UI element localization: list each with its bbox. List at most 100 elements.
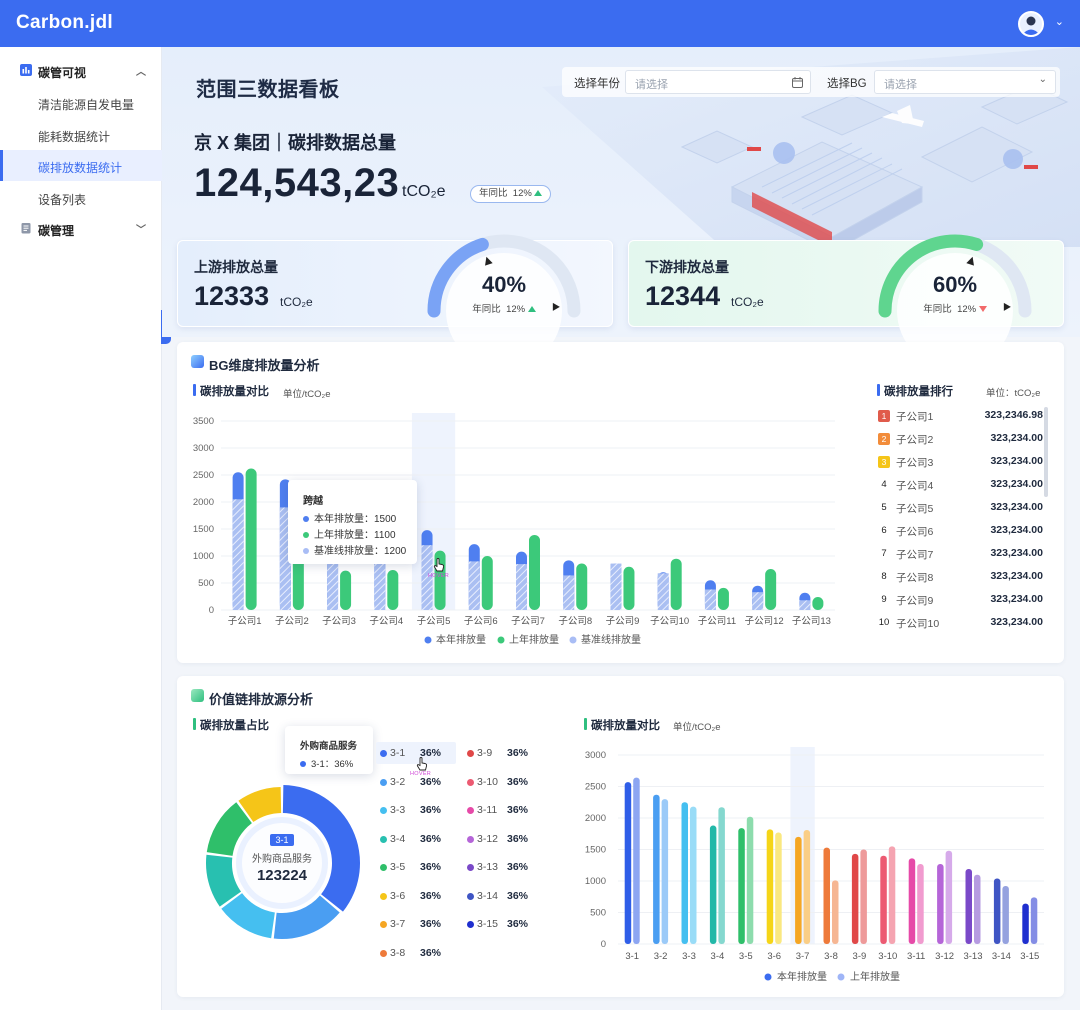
source-legend-item[interactable]: 3-15 36%	[463, 913, 543, 935]
source-name: 3-10	[477, 775, 499, 788]
sub-title: 碳排放量排行	[877, 383, 953, 399]
ranking-row[interactable]: 1 子公司1 323,2346.98	[878, 407, 1043, 427]
x-tick-label: 3-3	[682, 951, 696, 962]
bar-current-year	[1022, 903, 1029, 944]
bar-baseline	[610, 563, 622, 610]
source-legend-item[interactable]: 3-4 36%	[376, 828, 456, 850]
x-tick-label: 3-14	[992, 951, 1011, 962]
source-legend-item[interactable]: 3-10 36%	[463, 771, 543, 793]
source-percent: 36%	[507, 747, 529, 759]
sidebar-item-emission-stats[interactable]: 碳排放数据统计	[0, 150, 162, 181]
source-legend-item[interactable]: 3-3 36%	[376, 799, 456, 821]
x-tick-label: 3-8	[824, 951, 838, 962]
ranking-row[interactable]: 5 子公司5 323,234.00	[878, 499, 1043, 519]
bar-last-year	[690, 806, 697, 944]
bar-current-year	[681, 802, 688, 944]
x-tick-label: 子公司3	[322, 616, 356, 627]
bar-last-year	[945, 850, 953, 944]
ranking-row[interactable]: 7 子公司7 323,234.00	[878, 545, 1043, 565]
tooltip-title: 跨越	[303, 496, 323, 507]
ranking-row[interactable]: 3 子公司3 323,234.00	[878, 453, 1043, 473]
sub-title: 碳排放量对比	[584, 717, 660, 733]
x-tick-label: 子公司11	[698, 616, 736, 627]
bar-last-year	[529, 534, 540, 610]
user-avatar[interactable]	[1018, 11, 1044, 37]
nav-group-carbon-visual[interactable]: 碳管可视 ︿	[0, 59, 162, 83]
x-tick-label: 子公司6	[464, 616, 498, 627]
year-select-input[interactable]: 请选择	[625, 70, 811, 94]
chevron-down-icon[interactable]: ⌄	[1055, 15, 1064, 28]
legend-marker	[424, 636, 432, 644]
source-legend-item[interactable]: 3-11 36%	[463, 799, 543, 821]
source-legend-item[interactable]: 3-8 36%	[376, 942, 456, 964]
source-legend-item[interactable]: 3-12 36%	[463, 828, 543, 850]
legend-dot	[467, 807, 474, 814]
source-name: 3-8	[390, 946, 406, 959]
bar-current-year	[766, 829, 774, 944]
source-legend-item[interactable]: 3-7 36%	[376, 913, 456, 935]
source-legend-item[interactable]: 3-13 36%	[463, 856, 543, 878]
bar-last-year	[803, 829, 811, 944]
rank-badge: 5	[881, 502, 887, 513]
bg-bar-chart: 0 500 1000 1500 2000 2500 3000 3500 子公司1 子公司2 子公司3…	[193, 413, 835, 646]
sidebar-item-clean-energy[interactable]: 清洁能源自发电量	[0, 87, 162, 118]
source-legend-item[interactable]: 3-14 36%	[463, 885, 543, 907]
source-percent: 36%	[507, 861, 529, 873]
source-percent: 36%	[420, 804, 442, 816]
rank-value: 323,234.00	[990, 432, 1043, 444]
legend-dot	[380, 892, 387, 900]
group-title: 京 X 集团｜碳排数据总量	[194, 133, 397, 153]
rank-name: 子公司8	[896, 572, 934, 584]
ranking-row[interactable]: 9 子公司9 323,234.00	[878, 591, 1043, 611]
rank-badge: 10	[878, 617, 890, 628]
app-logo[interactable]: Carbon.jdl	[16, 12, 113, 34]
ranking-row[interactable]: 8 子公司8 323,234.00	[878, 568, 1043, 588]
trend-up-icon	[527, 306, 536, 313]
source-legend-item[interactable]: 3-5 36%	[376, 856, 456, 878]
source-percent: 36%	[507, 889, 529, 902]
legend-dot	[467, 778, 474, 786]
bar-last-year	[765, 568, 777, 610]
legend-dot	[467, 835, 474, 843]
x-tick-label: 子公司2	[275, 616, 309, 627]
ranking-row[interactable]: 6 子公司6 323,234.00	[878, 522, 1043, 542]
rank-value: 323,234.00	[990, 593, 1043, 605]
x-tick-label: 子公司7	[511, 616, 545, 627]
rank-badge: 4	[881, 479, 887, 490]
bar-last-year	[775, 832, 782, 944]
ranking-row[interactable]: 2 子公司2 323,234.00	[878, 430, 1043, 450]
sidebar: 碳管可视 ︿ 清洁能源自发电量 能耗数据统计 碳排放数据统计 设备列表 碳管理 …	[0, 47, 162, 1010]
trend-down-icon	[978, 306, 987, 313]
nav-group-carbon-management[interactable]: 碳管理 ﹀	[0, 217, 162, 241]
x-tick-label: 3-4	[711, 951, 725, 962]
rank-name: 子公司2	[896, 434, 934, 446]
year-placeholder: 请选择	[635, 79, 668, 91]
legend-label: 本年排放量	[436, 633, 486, 646]
nav-group-label: 碳管可视	[38, 66, 87, 80]
legend-dot	[380, 778, 387, 786]
sidebar-item-device-list[interactable]: 设备列表	[0, 182, 162, 213]
x-tick-label: 3-2	[654, 951, 668, 962]
nav-group-label: 碳管理	[38, 224, 75, 238]
ranking-row[interactable]: 10 子公司10 323,234.00	[878, 614, 1043, 634]
rank-name: 子公司5	[896, 503, 934, 515]
bg-select-input[interactable]: 请选择 ⌄	[874, 70, 1056, 94]
y-tick-label: 2500	[193, 470, 214, 481]
bar-last-year	[245, 468, 257, 610]
bar-last-year	[661, 799, 669, 944]
legend-dot	[380, 835, 387, 843]
unit-label: 单位/tCO₂e	[673, 722, 721, 733]
ranking-row[interactable]: 4 子公司4 323,234.00	[878, 476, 1043, 496]
x-tick-label: 3-6	[767, 951, 781, 962]
sidebar-item-energy-stats[interactable]: 能耗数据统计	[0, 119, 162, 150]
hover-column-highlight	[411, 413, 456, 610]
legend-label: 上年排放量	[509, 633, 559, 646]
rank-badge: 3	[878, 456, 890, 468]
upstream-kpi-card: 上游排放总量 12333 tCO₂e 40% 年同比 12%	[177, 234, 613, 369]
ranking-scrollbar[interactable]	[1044, 407, 1048, 497]
kpi-unit: tCO₂e	[731, 295, 764, 309]
bar-last-year	[670, 558, 682, 610]
x-tick-label: 3-5	[739, 951, 753, 962]
source-legend-item[interactable]: 3-6 36%	[376, 885, 456, 907]
source-legend-item[interactable]: 3-9 36%	[463, 742, 543, 764]
